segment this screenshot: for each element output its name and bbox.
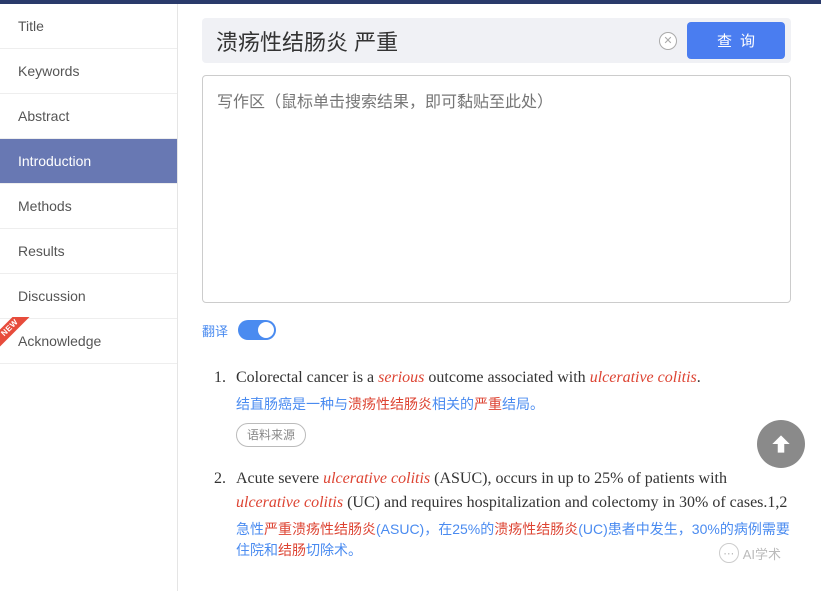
query-button[interactable]: 查询 <box>687 22 785 59</box>
result-en: Acute severe ulcerative colitis (ASUC), … <box>236 467 791 515</box>
sidebar-item-acknowledge[interactable]: NEW Acknowledge <box>0 319 177 364</box>
app-layout: Title Keywords Abstract Introduction Met… <box>0 4 821 591</box>
result-zh: 结直肠癌是一种与溃疡性结肠炎相关的严重结局。 <box>236 394 791 415</box>
result-item[interactable]: 2. Acute severe ulcerative colitis (ASUC… <box>202 467 791 569</box>
translate-label: 翻译 <box>202 321 228 340</box>
results-list: 1. Colorectal cancer is a serious outcom… <box>202 366 791 569</box>
search-input[interactable] <box>216 28 659 54</box>
sidebar-item-methods[interactable]: Methods <box>0 184 177 229</box>
result-number: 2. <box>202 467 226 569</box>
sidebar-item-keywords[interactable]: Keywords <box>0 49 177 94</box>
translate-toggle[interactable] <box>238 320 276 340</box>
sidebar-item-title[interactable]: Title <box>0 4 177 49</box>
result-number: 1. <box>202 366 226 447</box>
sidebar-item-abstract[interactable]: Abstract <box>0 94 177 139</box>
result-en: Colorectal cancer is a serious outcome a… <box>236 366 791 390</box>
arrow-up-icon <box>768 431 794 457</box>
sidebar: Title Keywords Abstract Introduction Met… <box>0 4 178 591</box>
result-body: Colorectal cancer is a serious outcome a… <box>236 366 791 447</box>
sidebar-item-discussion[interactable]: Discussion <box>0 274 177 319</box>
write-area[interactable] <box>202 75 791 303</box>
sidebar-item-label: Acknowledge <box>18 333 101 349</box>
source-button[interactable]: 语料来源 <box>236 423 306 447</box>
sidebar-item-results[interactable]: Results <box>0 229 177 274</box>
watermark: ⋯ AI学术 <box>719 543 781 563</box>
translate-row: 翻译 <box>202 320 791 340</box>
sidebar-item-introduction[interactable]: Introduction <box>0 139 177 184</box>
watermark-icon: ⋯ <box>719 543 739 563</box>
result-item[interactable]: 1. Colorectal cancer is a serious outcom… <box>202 366 791 447</box>
search-bar: ✕ 查询 <box>202 18 791 63</box>
scroll-top-button[interactable] <box>757 420 805 468</box>
main-panel: ✕ 查询 翻译 1. Colorectal cancer is a seriou… <box>178 4 821 591</box>
result-zh: 急性严重溃疡性结肠炎(ASUC)，在25%的溃疡性结肠炎(UC)患者中发生，30… <box>236 519 791 561</box>
watermark-text: AI学术 <box>743 544 781 563</box>
result-body: Acute severe ulcerative colitis (ASUC), … <box>236 467 791 569</box>
clear-icon[interactable]: ✕ <box>659 32 677 50</box>
